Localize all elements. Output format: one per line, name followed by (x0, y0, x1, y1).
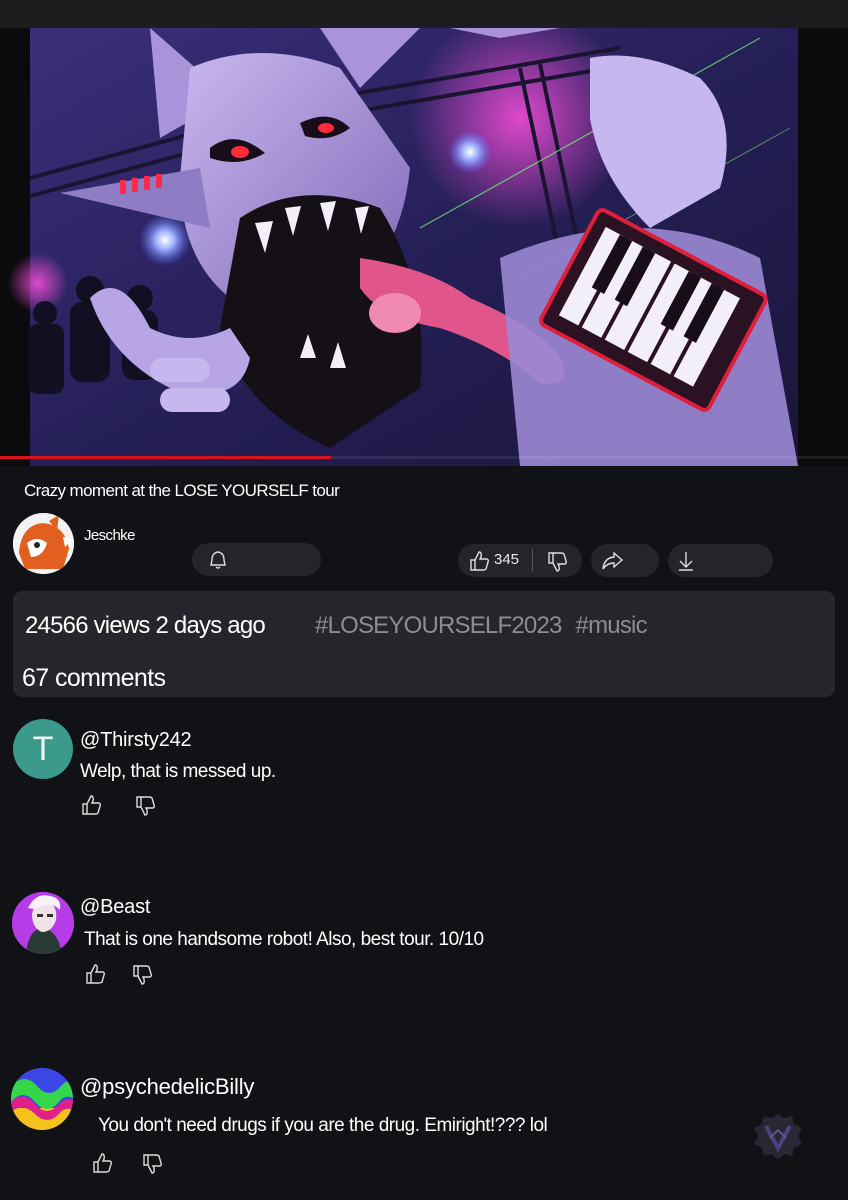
share-button[interactable] (591, 544, 659, 577)
comment-username[interactable]: @Thirsty242 (80, 729, 192, 752)
description-box[interactable]: 24566 views 2 days ago #LOSEYOURSELF2023… (13, 591, 835, 697)
comment-avatar[interactable] (12, 892, 74, 954)
download-button[interactable] (668, 544, 773, 577)
thumbs-up-icon[interactable] (468, 549, 492, 573)
video-player[interactable] (0, 28, 848, 466)
thumbs-down-icon[interactable] (131, 963, 155, 987)
like-divider (532, 549, 533, 572)
video-title: Crazy moment at the LOSE YOURSELF tour (24, 481, 340, 500)
thumbs-down-icon[interactable] (134, 794, 158, 818)
like-dislike-group: 345 (458, 544, 582, 577)
share-icon (602, 551, 624, 570)
purple-character-avatar-icon (12, 892, 74, 954)
video-progress-bar[interactable] (0, 456, 848, 459)
channel-avatar[interactable] (13, 513, 74, 574)
thumbs-down-icon[interactable] (546, 550, 570, 574)
top-bar (0, 0, 848, 28)
comments-count[interactable]: 67 comments (22, 664, 166, 693)
gear-logo-icon (754, 1114, 802, 1160)
fox-avatar-icon (13, 513, 74, 574)
thumbs-down-icon[interactable] (141, 1152, 165, 1176)
comment-username[interactable]: @psychedelicBilly (80, 1074, 254, 1100)
psychedelic-wave-avatar-icon (11, 1068, 73, 1130)
comment-text: Welp, that is messed up. (80, 761, 276, 782)
download-icon (679, 552, 693, 571)
hashtag-link[interactable]: #music (576, 612, 648, 639)
bell-icon (210, 551, 226, 569)
artist-watermark-logo (740, 1108, 816, 1174)
hashtag-link[interactable]: #LOSEYOURSELF2023 (315, 612, 562, 639)
notification-bell-button[interactable] (192, 543, 321, 576)
thumbs-up-icon[interactable] (91, 1151, 115, 1175)
hashtags: #LOSEYOURSELF2023 #music (315, 612, 661, 640)
comment-text: That is one handsome robot! Also, best t… (84, 929, 484, 950)
comment-text: You don't need drugs if you are the drug… (98, 1115, 548, 1136)
views-and-date: 24566 views 2 days ago (25, 612, 266, 639)
thumbs-up-icon[interactable] (84, 962, 108, 986)
comment-avatar[interactable] (11, 1068, 73, 1130)
channel-name[interactable]: Jeschke (84, 527, 135, 544)
like-count: 345 (494, 551, 520, 568)
thumbs-up-icon[interactable] (80, 793, 104, 817)
video-progress-fill (0, 456, 331, 459)
comment-username[interactable]: @Beast (80, 896, 150, 919)
video-frame-artwork (8, 28, 798, 466)
comment-avatar[interactable]: T (13, 719, 73, 779)
